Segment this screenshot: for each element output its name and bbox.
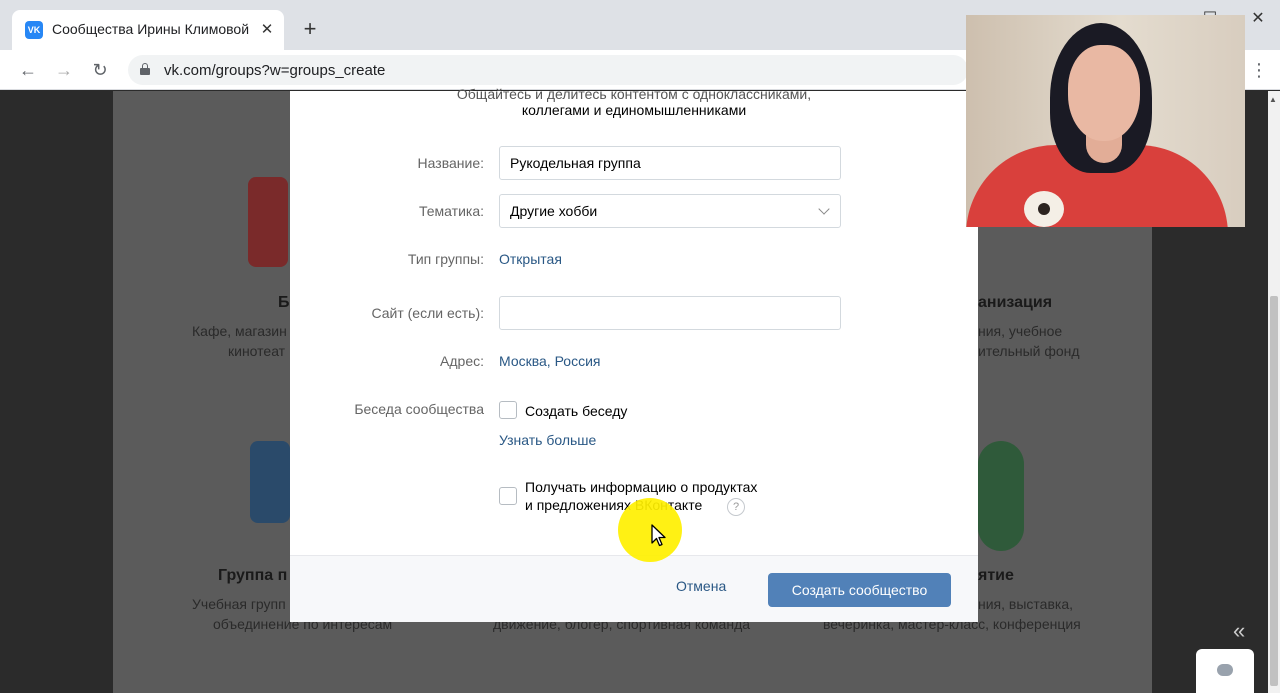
modal-subtitle: коллегами и единомышленниками xyxy=(521,102,747,118)
topic-value: Другие хобби xyxy=(510,203,598,219)
reload-icon[interactable]: ↻ xyxy=(88,58,112,82)
bg-card-text: Кафе, магазин xyxy=(192,323,287,339)
close-window-icon[interactable]: ✕ xyxy=(1248,8,1268,28)
chevron-down-icon xyxy=(818,203,830,215)
close-icon[interactable]: ✕ xyxy=(258,20,276,38)
create-community-button[interactable]: Создать сообщество xyxy=(768,573,951,607)
chat-label: Беседа сообщества xyxy=(354,401,484,417)
plus-icon[interactable]: + xyxy=(298,18,322,42)
back-icon[interactable]: ← xyxy=(16,58,40,82)
promo-label-line1[interactable]: Получать информацию о продуктах xyxy=(525,478,757,496)
collapse-chevron-icon[interactable]: « xyxy=(1233,618,1245,644)
bg-card-title: анизация xyxy=(978,294,1053,311)
event-card-icon xyxy=(978,441,1024,551)
forward-icon[interactable]: → xyxy=(52,58,76,82)
scroll-up-icon[interactable]: ▲ xyxy=(1269,95,1277,104)
promo-checkbox[interactable] xyxy=(499,487,517,505)
tab-title: Сообщества Ирины Климовой xyxy=(52,21,250,37)
type-label: Тип группы: xyxy=(407,251,484,267)
chat-button[interactable] xyxy=(1196,649,1254,693)
topic-select[interactable]: Другие хобби xyxy=(499,194,841,228)
group-card-icon xyxy=(250,441,290,523)
url-text: vk.com/groups?w=groups_create xyxy=(164,62,386,79)
browser-tab[interactable]: VK Сообщества Ирины Климовой ✕ xyxy=(12,10,284,50)
business-card-icon xyxy=(248,177,288,267)
site-label: Сайт (если есть): xyxy=(371,305,484,321)
bg-card-title: Б xyxy=(278,294,290,311)
address-label: Адрес: xyxy=(440,353,484,369)
page-scrollbar[interactable]: ▲ xyxy=(1268,91,1280,693)
address-link[interactable]: Москва, Россия xyxy=(499,353,601,369)
scroll-thumb[interactable] xyxy=(1270,296,1278,686)
webcam-overlay xyxy=(966,15,1245,227)
bg-card-text: ния, выставка, xyxy=(978,596,1073,612)
group-type-link[interactable]: Открытая xyxy=(499,251,562,267)
modal-footer: Отмена Создать сообщество xyxy=(290,555,978,622)
presenter-face xyxy=(1068,45,1140,141)
site-field[interactable] xyxy=(499,296,841,330)
help-icon[interactable]: ? xyxy=(727,498,745,516)
mouse-cursor-icon xyxy=(651,524,666,547)
address-bar[interactable]: vk.com/groups?w=groups_create xyxy=(128,55,968,85)
name-label: Название: xyxy=(417,155,484,171)
cancel-button[interactable]: Отмена xyxy=(676,578,726,594)
name-field[interactable]: Рукодельная группа xyxy=(499,146,841,180)
vk-favicon: VK xyxy=(25,21,43,39)
chat-bubble-icon xyxy=(1217,664,1233,676)
bg-card-title: Группа п xyxy=(218,567,288,584)
lock-icon[interactable] xyxy=(140,63,150,75)
bg-card-title: ятие xyxy=(978,567,1014,584)
bg-card-text: ительный фонд xyxy=(978,343,1080,359)
kebab-menu-icon[interactable]: ⋮ xyxy=(1250,58,1268,82)
bg-card-text: Учебная групп xyxy=(192,596,286,612)
bg-card-text: ния, учебное xyxy=(978,323,1063,339)
learn-more-link[interactable]: Узнать больше xyxy=(499,432,596,448)
cursor-highlight xyxy=(618,498,682,562)
create-chat-checkbox[interactable] xyxy=(499,401,517,419)
create-chat-label[interactable]: Создать беседу xyxy=(525,402,627,420)
topic-label: Тематика: xyxy=(419,203,484,219)
